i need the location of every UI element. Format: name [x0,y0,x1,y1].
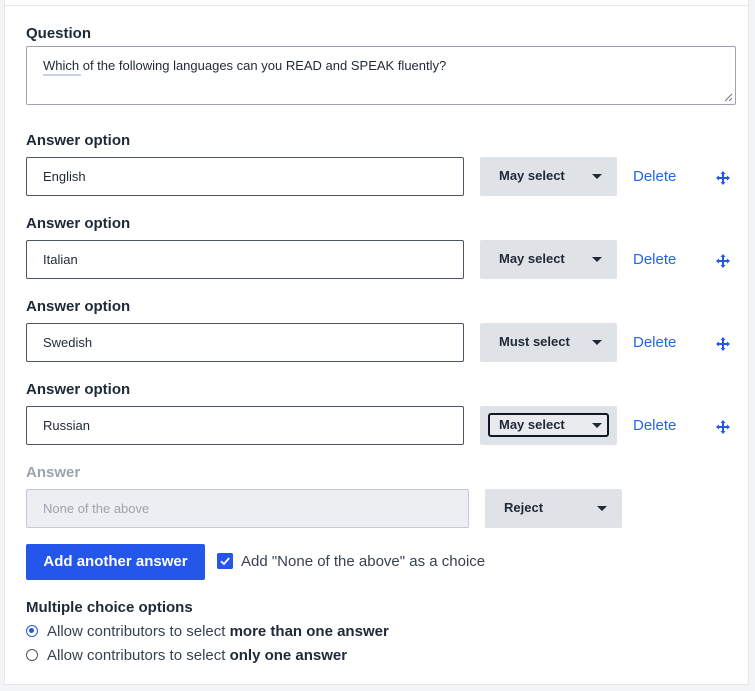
resize-grip-icon[interactable] [723,92,733,102]
multiple-choice-title: Multiple choice options [26,599,193,616]
answer-option-label: Answer option [26,132,131,149]
radio-label-more-than-one[interactable]: Allow contributors to select more than o… [47,623,389,640]
radio-only-one[interactable] [26,649,38,661]
none-answer-label: Answer [26,464,81,481]
caret-down-icon [592,174,602,179]
question-label: Question [26,25,92,42]
delete-link[interactable]: Delete [633,334,676,351]
radio-label-prefix: Allow contributors to select [47,647,230,664]
radio-label-emphasis: more than one answer [229,623,389,640]
radio-more-than-one[interactable] [26,625,38,637]
move-arrows-icon[interactable] [716,337,730,351]
question-textarea[interactable]: Which of the following languages can you… [26,46,736,105]
spellcheck-underline [43,74,81,76]
radio-label-emphasis: only one answer [229,647,348,664]
caret-down-icon [592,340,602,345]
answer-option-select[interactable]: May select [480,406,617,445]
radio-label-prefix: Allow contributors to select [47,623,230,640]
caret-down-icon [592,257,602,262]
none-of-above-label[interactable]: Add "None of the above" as a choice [241,553,485,570]
add-another-answer-button[interactable]: Add another answer [26,544,205,580]
radio-label-only-one[interactable]: Allow contributors to select only one an… [47,647,347,664]
answer-option-input[interactable]: Italian [26,240,464,279]
question-text: Which of the following languages can you… [43,58,447,73]
answer-option-label: Answer option [26,215,131,232]
answer-option-select[interactable]: May select [480,240,617,279]
answer-option-select[interactable]: Must select [480,323,617,362]
select-value: May select [499,168,565,183]
none-of-above-checkbox[interactable] [217,553,233,569]
select-value: May select [499,417,565,432]
delete-link[interactable]: Delete [633,417,676,434]
move-arrows-icon[interactable] [716,171,730,185]
answer-option-select[interactable]: May select [480,157,617,196]
answer-option-label: Answer option [26,381,131,398]
question-editor-card: Question Which of the following language… [4,0,749,685]
delete-link[interactable]: Delete [633,251,676,268]
answer-option-input[interactable]: Russian [26,406,464,445]
move-arrows-icon[interactable] [716,420,730,434]
delete-link[interactable]: Delete [633,168,676,185]
answer-option-input[interactable]: English [26,157,464,196]
caret-down-icon [592,423,602,428]
select-value: Must select [499,334,570,349]
caret-down-icon [597,506,607,511]
select-value: Reject [504,500,544,515]
none-answer-select[interactable]: Reject [485,489,622,528]
none-answer-input: None of the above [26,489,469,528]
answer-option-label: Answer option [26,298,131,315]
answer-option-input[interactable]: Swedish [26,323,464,362]
select-value: May select [499,251,565,266]
move-arrows-icon[interactable] [716,254,730,268]
